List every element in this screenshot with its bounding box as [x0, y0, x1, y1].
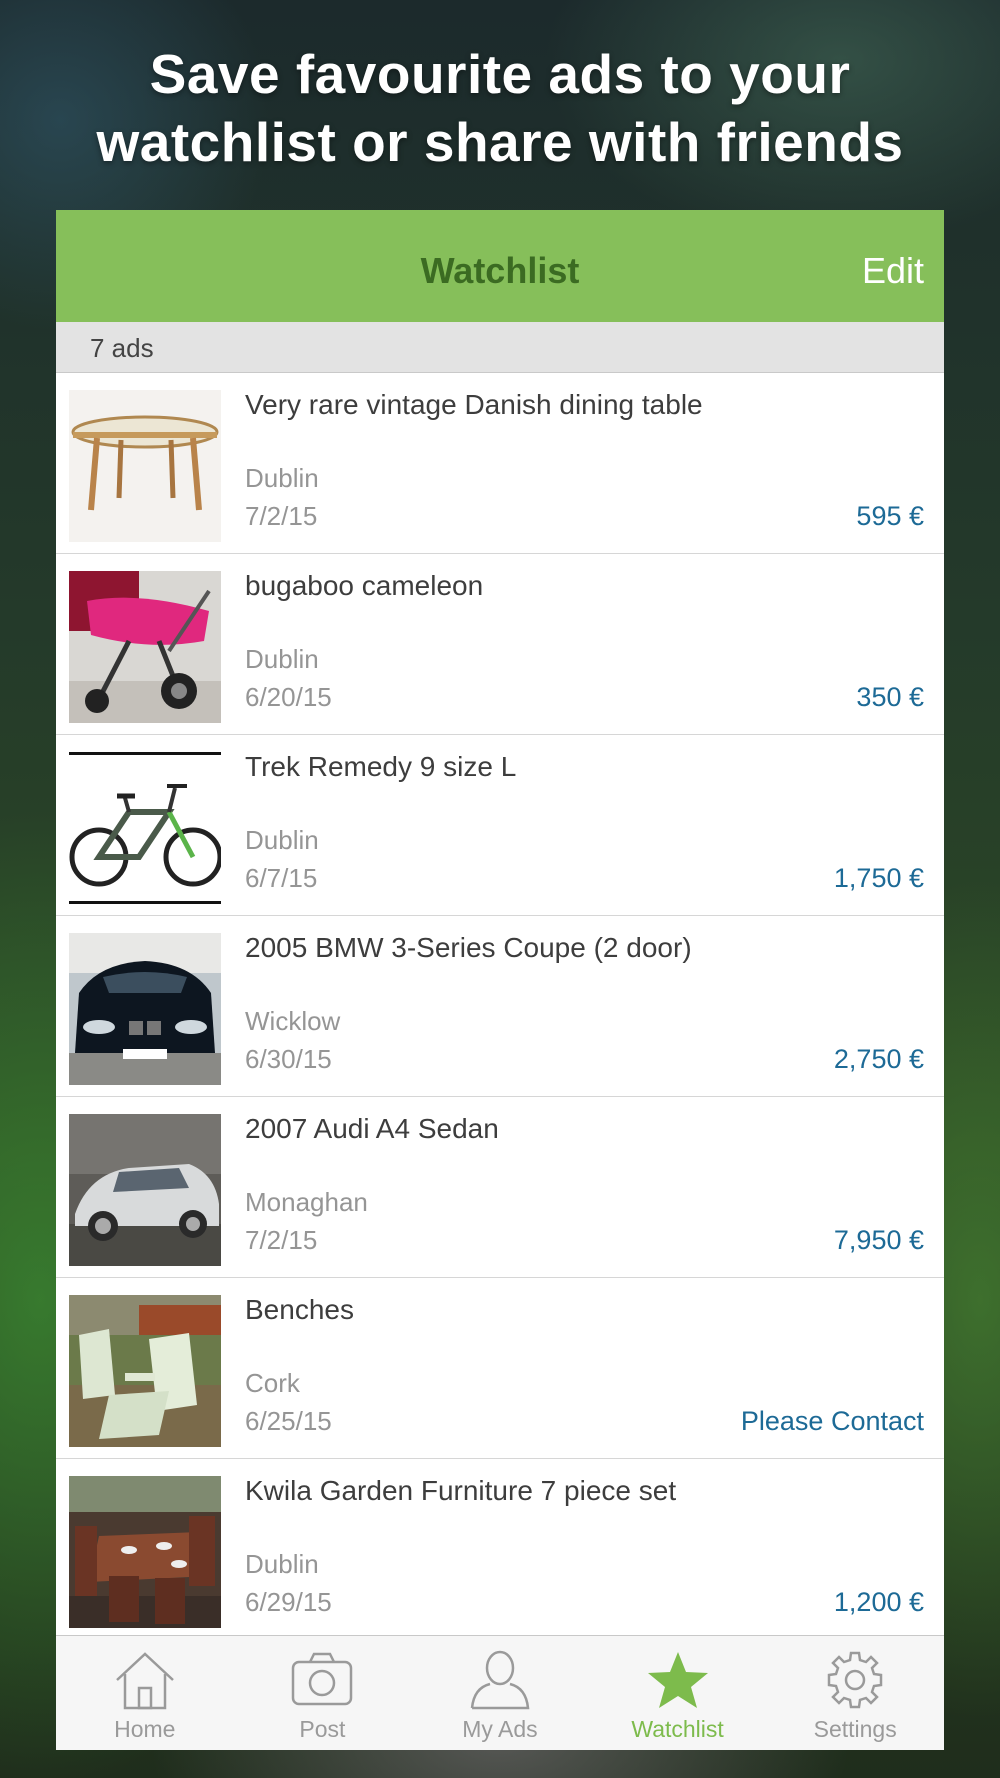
star-icon — [646, 1650, 710, 1715]
tab-watchlist[interactable]: Watchlist — [589, 1636, 767, 1750]
ad-location: Cork — [245, 1368, 300, 1398]
ad-location: Dublin — [245, 644, 319, 674]
promo-headline: Save favourite ads to your watchlist or … — [0, 40, 1000, 176]
gear-icon — [823, 1650, 887, 1715]
tab-post-label: Post — [299, 1716, 346, 1742]
edit-button[interactable]: Edit — [862, 210, 924, 332]
ad-date: 6/20/15 — [245, 682, 332, 712]
tab-home-label: Home — [114, 1716, 176, 1742]
garden-furniture-photo — [69, 1476, 221, 1628]
watchlist-list: Very rare vintage Danish dining table Du… — [56, 373, 944, 1640]
tab-post[interactable]: Post — [234, 1636, 412, 1750]
ad-price: 1,200 € — [833, 1587, 924, 1617]
ad-location: Dublin — [245, 825, 319, 855]
list-item[interactable]: Benches Cork 6/25/15 Please Contact — [56, 1278, 944, 1459]
list-item[interactable]: Kwila Garden Furniture 7 piece set Dubli… — [56, 1459, 944, 1640]
tab-settings-label: Settings — [813, 1716, 897, 1742]
tab-settings[interactable]: Settings — [766, 1636, 944, 1750]
ad-title: Very rare vintage Danish dining table — [245, 389, 703, 420]
list-item[interactable]: 2005 BMW 3-Series Coupe (2 door) Wicklow… — [56, 916, 944, 1097]
list-item[interactable]: Trek Remedy 9 size L Dublin 6/7/15 1,750… — [56, 735, 944, 916]
ad-date: 6/7/15 — [245, 863, 318, 893]
nav-title: Watchlist — [420, 250, 580, 291]
ad-price: Please Contact — [740, 1406, 924, 1436]
bmw-car-photo — [69, 933, 221, 1085]
person-icon — [468, 1650, 532, 1715]
ad-title: 2007 Audi A4 Sedan — [245, 1113, 499, 1144]
pram-photo — [69, 571, 221, 723]
ad-price: 7,950 € — [833, 1225, 924, 1255]
ad-date: 6/25/15 — [245, 1406, 332, 1436]
tab-home[interactable]: Home — [56, 1636, 234, 1750]
app-screen: Watchlist Edit 7 ads Very rare vintage D… — [56, 210, 944, 1750]
garden-benches-photo — [69, 1295, 221, 1447]
tab-watchlist-label: Watchlist — [631, 1716, 724, 1742]
list-item[interactable]: 2007 Audi A4 Sedan Monaghan 7/2/15 7,950… — [56, 1097, 944, 1278]
ad-title: bugaboo cameleon — [245, 570, 484, 601]
tab-bar: Home Post My Ads Watchlist Settings — [56, 1635, 944, 1750]
list-item[interactable]: Very rare vintage Danish dining table Du… — [56, 373, 944, 554]
ad-price: 2,750 € — [833, 1044, 924, 1074]
ad-title: Trek Remedy 9 size L — [245, 751, 517, 782]
ad-location: Dublin — [245, 1549, 319, 1579]
home-icon — [113, 1650, 177, 1715]
nav-bar: Watchlist Edit — [56, 210, 944, 322]
ad-title: 2005 BMW 3-Series Coupe (2 door) — [245, 932, 692, 963]
mountain-bike-photo — [69, 752, 221, 904]
ad-location: Wicklow — [245, 1006, 341, 1036]
ad-date: 6/29/15 — [245, 1587, 332, 1617]
audi-car-photo — [69, 1114, 221, 1266]
ad-title: Kwila Garden Furniture 7 piece set — [245, 1475, 677, 1506]
ad-price: 595 € — [856, 501, 924, 531]
headline-line-1: Save favourite ads to your — [149, 43, 851, 105]
ad-date: 7/2/15 — [245, 1225, 318, 1255]
tab-my-ads-label: My Ads — [462, 1716, 538, 1742]
ad-date: 6/30/15 — [245, 1044, 332, 1074]
ad-price: 1,750 € — [833, 863, 924, 893]
ad-location: Dublin — [245, 463, 319, 493]
headline-line-2: watchlist or share with friends — [96, 111, 904, 173]
ad-location: Monaghan — [245, 1187, 368, 1217]
ad-date: 7/2/15 — [245, 501, 318, 531]
dining-table-photo — [69, 390, 221, 542]
list-item[interactable]: bugaboo cameleon Dublin 6/20/15 350 € — [56, 554, 944, 735]
tab-my-ads[interactable]: My Ads — [411, 1636, 589, 1750]
ad-price: 350 € — [856, 682, 924, 712]
camera-icon — [290, 1650, 354, 1715]
ad-title: Benches — [245, 1294, 354, 1325]
